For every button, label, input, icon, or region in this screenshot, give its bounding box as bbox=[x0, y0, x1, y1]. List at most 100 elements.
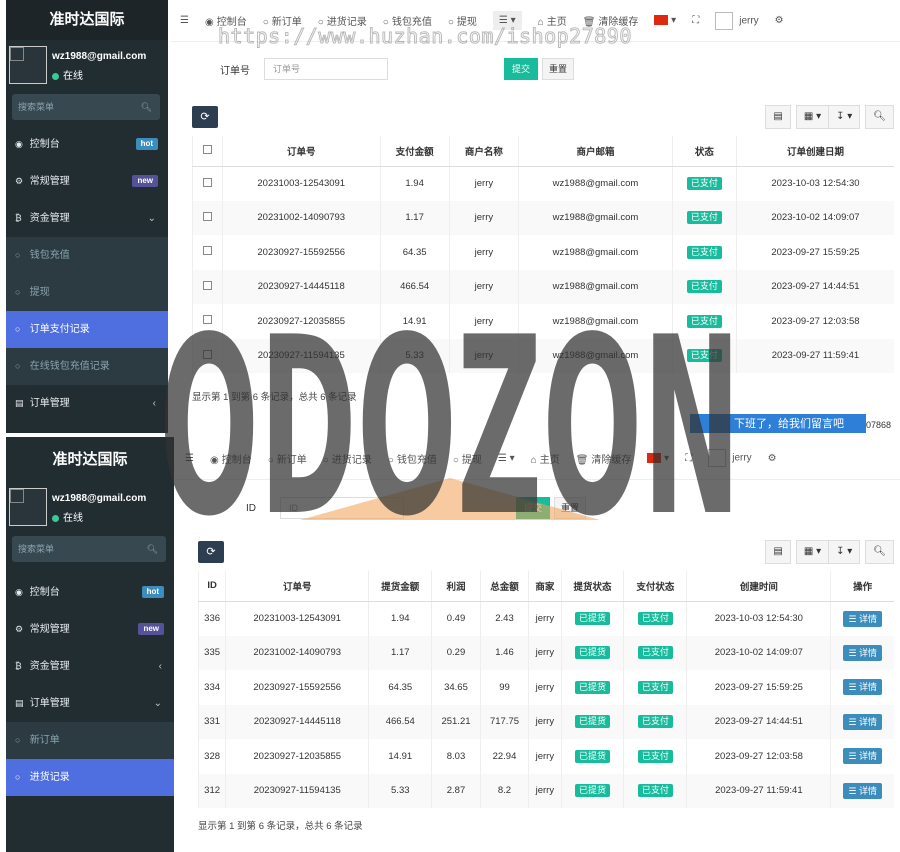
menu-toggle-icon[interactable]: ☰ bbox=[185, 453, 194, 464]
row-checkbox[interactable] bbox=[192, 338, 223, 373]
sidebar-item-funds[interactable]: ₿ 资金管理 ⌄ bbox=[6, 200, 168, 237]
table-row[interactable]: 334 20230927-15592556 64.35 34.65 99 jerry 已提货… bbox=[197, 670, 894, 705]
column-header[interactable]: 订单号 bbox=[225, 571, 369, 602]
user-menu[interactable]: jerry bbox=[715, 11, 759, 30]
id-input[interactable]: ID bbox=[280, 497, 404, 519]
sidebar-item-dashboard[interactable]: ◉ 控制台 hot bbox=[6, 574, 174, 611]
column-header[interactable]: ID bbox=[197, 571, 226, 602]
submit-button[interactable]: 提交 bbox=[504, 58, 539, 80]
column-header[interactable]: 操作 bbox=[830, 571, 894, 602]
sidebar-item-general[interactable]: ⚙ 常规管理 new bbox=[6, 611, 174, 648]
detail-button[interactable]: ☰ 详情 bbox=[843, 610, 882, 627]
column-header[interactable]: 创建时间 bbox=[686, 571, 831, 602]
chat-widget[interactable]: 下班了，给我们留言吧 bbox=[690, 414, 866, 433]
sidebar-item-purchase[interactable]: ○ 进货记录 bbox=[6, 759, 174, 796]
sidebar-item-new-order[interactable]: ○ 新订单 bbox=[6, 722, 174, 759]
sidebar-item-wallet[interactable]: ○ 钱包充值 bbox=[6, 237, 168, 274]
table-row[interactable]: 312 20230927-11594135 5.33 2.87 8.2 jerry 已提货 已… bbox=[197, 773, 894, 808]
row-checkbox[interactable] bbox=[192, 235, 223, 270]
export-dropdown[interactable]: ↧ ▾ bbox=[828, 540, 861, 564]
table-row[interactable]: 331 20230927-14445118 466.54 251.21 717.75 je… bbox=[197, 704, 894, 739]
column-header[interactable]: 总金额 bbox=[479, 571, 529, 602]
table-row[interactable]: 20231002-14090793 1.17 jerry wz1988@gmail.c… bbox=[192, 200, 894, 235]
row-checkbox[interactable] bbox=[192, 304, 223, 339]
column-header[interactable]: 商家 bbox=[528, 571, 562, 602]
nav-more-dropdown[interactable]: ☰ ▾ bbox=[492, 11, 522, 30]
table-row[interactable]: 20230927-11594135 5.33 jerry wz1988@gmail.c… bbox=[192, 338, 894, 373]
nav-wallet[interactable]: ○ 钱包充值 bbox=[383, 13, 432, 28]
table-row[interactable]: 328 20230927-12035855 14.91 8.03 22.94 jerry 已… bbox=[197, 739, 894, 774]
search-icon[interactable]: 🔍︎ bbox=[147, 536, 158, 562]
table-row[interactable]: 335 20231002-14090793 1.17 0.29 1.46 jerry 已提货… bbox=[197, 635, 894, 670]
column-header[interactable]: 订单创建日期 bbox=[735, 136, 894, 167]
column-header[interactable]: 商户邮箱 bbox=[518, 136, 673, 167]
search-toggle-icon[interactable]: 🔍︎ bbox=[865, 540, 894, 564]
nav-clear-cache[interactable]: 🗑︎ 清除缓存 bbox=[583, 13, 639, 28]
table-row[interactable]: 20230927-12035855 14.91 jerry wz1988@gmail.… bbox=[192, 304, 894, 339]
table-row[interactable]: 20230927-15592556 64.35 jerry wz1988@gmail.… bbox=[192, 235, 894, 270]
nav-withdraw[interactable]: ○ 提现 bbox=[453, 451, 482, 466]
sidebar-item-order-mgmt[interactable]: ▤ 订单管理 ⌄ bbox=[6, 685, 174, 722]
nav-dashboard[interactable]: ◉ 控制台 bbox=[210, 451, 252, 466]
menu-search-input[interactable]: 搜索菜单 🔍︎ bbox=[12, 94, 160, 120]
settings-gear-icon[interactable]: ⚙ bbox=[768, 453, 777, 464]
columns-dropdown[interactable]: ▦ ▾ bbox=[795, 540, 830, 564]
sidebar-item-online-wallet[interactable]: ○ 在线钱包充值记录 bbox=[6, 348, 168, 385]
sidebar-item-general[interactable]: ⚙ 常规管理 new bbox=[6, 163, 168, 200]
column-header[interactable]: 状态 bbox=[671, 136, 737, 167]
columns-dropdown[interactable]: ▦ ▾ bbox=[795, 105, 830, 129]
column-header[interactable]: 商户名称 bbox=[448, 136, 519, 167]
nav-dashboard[interactable]: ◉ 控制台 bbox=[205, 13, 247, 28]
reset-button[interactable]: 重置 bbox=[554, 497, 587, 519]
column-header[interactable]: 提货状态 bbox=[560, 571, 624, 602]
search-icon[interactable]: 🔍︎ bbox=[141, 94, 152, 120]
nav-clear-cache[interactable]: 🗑︎ 清除缓存 bbox=[576, 451, 632, 466]
column-header[interactable]: 利润 bbox=[431, 571, 481, 602]
toggle-view-icon[interactable]: ▤ bbox=[765, 540, 791, 564]
nav-purchase[interactable]: ○ 进货记录 bbox=[318, 13, 367, 28]
row-checkbox[interactable] bbox=[192, 166, 223, 201]
table-row[interactable]: 20230927-14445118 466.54 jerry wz1988@gmail… bbox=[192, 269, 894, 304]
column-header[interactable]: 订单号 bbox=[222, 136, 380, 167]
sidebar-item-withdraw[interactable]: ○ 提现 bbox=[6, 274, 168, 311]
sidebar-item-dashboard[interactable]: ◉ 控制台 hot bbox=[6, 126, 168, 163]
nav-wallet[interactable]: ○ 钱包充值 bbox=[388, 451, 437, 466]
fullscreen-icon[interactable]: ⛶ bbox=[692, 15, 699, 26]
menu-search-input[interactable]: 搜索菜单 🔍︎ bbox=[12, 536, 166, 562]
table-row[interactable]: 20231003-12543091 1.94 jerry wz1988@gmail.c… bbox=[192, 166, 894, 201]
sidebar-item-funds[interactable]: ₿ 资金管理 ‹ bbox=[6, 648, 174, 685]
export-dropdown[interactable]: ↧ ▾ bbox=[828, 105, 861, 129]
column-header[interactable]: 提货金额 bbox=[368, 571, 432, 602]
sidebar-item-order-mgmt[interactable]: ▤ 订单管理 ‹ bbox=[6, 385, 168, 422]
row-checkbox[interactable] bbox=[192, 269, 223, 304]
language-dropdown[interactable]: ▾ bbox=[654, 15, 676, 26]
nav-more-dropdown[interactable]: ☰ ▾ bbox=[498, 453, 515, 464]
detail-button[interactable]: ☰ 详情 bbox=[843, 679, 882, 696]
search-toggle-icon[interactable]: 🔍︎ bbox=[865, 105, 894, 129]
refresh-button[interactable]: ⟳ bbox=[198, 541, 224, 563]
submit-button[interactable]: 提交 bbox=[516, 497, 551, 519]
menu-toggle-icon[interactable]: ☰ bbox=[180, 15, 189, 26]
column-header[interactable]: 支付状态 bbox=[623, 571, 687, 602]
nav-purchase[interactable]: ○ 进货记录 bbox=[323, 451, 372, 466]
detail-button[interactable]: ☰ 详情 bbox=[843, 644, 882, 661]
nav-new-order[interactable]: ○ 新订单 bbox=[263, 13, 302, 28]
order-no-input[interactable]: 订单号 bbox=[264, 58, 388, 80]
refresh-button[interactable]: ⟳ bbox=[192, 106, 218, 128]
reset-button[interactable]: 重置 bbox=[542, 58, 575, 80]
column-header[interactable]: 支付金额 bbox=[379, 136, 450, 167]
table-row[interactable]: 336 20231003-12543091 1.94 0.49 2.43 jerry 已提货… bbox=[197, 601, 894, 636]
user-menu[interactable]: jerry bbox=[708, 449, 752, 467]
fullscreen-icon[interactable]: ⛶ bbox=[685, 453, 692, 464]
sidebar-item-order-pay[interactable]: ○ 订单支付记录 bbox=[6, 311, 168, 348]
settings-gear-icon[interactable]: ⚙ bbox=[775, 15, 784, 26]
nav-withdraw[interactable]: ○ 提现 bbox=[448, 13, 477, 28]
nav-home[interactable]: ⌂ 主页 bbox=[538, 13, 567, 28]
detail-button[interactable]: ☰ 详情 bbox=[843, 748, 882, 765]
language-dropdown[interactable]: ▾ bbox=[647, 453, 669, 464]
toggle-view-icon[interactable]: ▤ bbox=[765, 105, 791, 129]
nav-home[interactable]: ⌂ 主页 bbox=[531, 451, 560, 466]
nav-new-order[interactable]: ○ 新订单 bbox=[268, 451, 307, 466]
row-checkbox[interactable] bbox=[192, 200, 223, 235]
detail-button[interactable]: ☰ 详情 bbox=[843, 782, 882, 799]
